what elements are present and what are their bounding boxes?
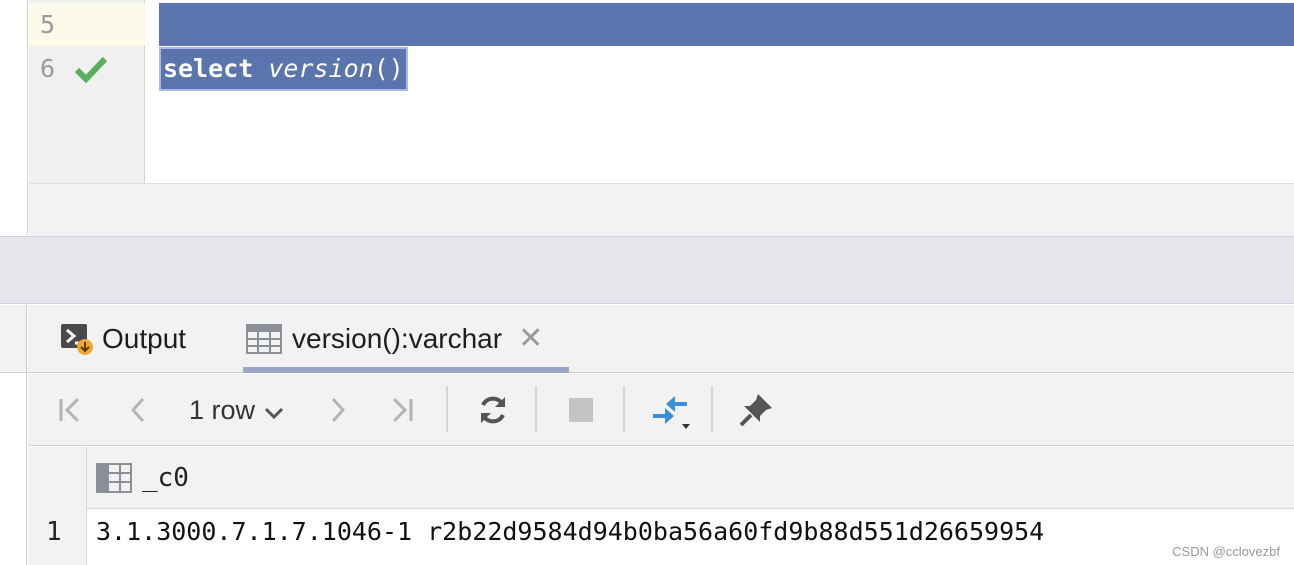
console-output-icon — [61, 324, 93, 355]
last-page-icon — [392, 397, 413, 423]
next-page-button[interactable] — [320, 374, 356, 446]
grid-header — [28, 447, 1294, 509]
executed-check-icon[interactable] — [74, 54, 108, 84]
toolbar-separator — [711, 386, 713, 432]
toolbar-separator — [446, 386, 448, 432]
compare-button[interactable] — [646, 374, 694, 446]
sql-parens: () — [373, 54, 404, 83]
first-page-icon — [59, 397, 80, 423]
tab-output[interactable]: Output — [60, 305, 186, 373]
column-header-label: _c0 — [142, 463, 189, 493]
tab-version-varchar[interactable]: version():varchar ✕ — [246, 305, 543, 373]
column-icon — [96, 463, 132, 493]
last-page-button[interactable] — [384, 374, 420, 446]
chevron-left-icon — [130, 397, 145, 423]
stop-icon — [569, 398, 593, 422]
results-tab-bar: Output version():varchar ✕ — [28, 305, 1294, 373]
results-toolbar: 1 row — [28, 374, 1294, 446]
pin-icon — [739, 394, 772, 427]
close-icon[interactable]: ✕ — [518, 324, 543, 354]
line-5-selection — [159, 3, 1294, 46]
stop-button[interactable] — [562, 374, 600, 446]
chevron-down-icon — [264, 407, 284, 420]
tab-output-label: Output — [102, 323, 187, 354]
refresh-icon — [481, 396, 505, 424]
left-edge-strip — [0, 0, 28, 235]
chevron-right-icon — [331, 397, 346, 423]
refresh-button[interactable] — [472, 374, 514, 446]
sql-keyword: select — [163, 54, 254, 83]
toolbar-separator — [535, 386, 537, 432]
row-count-selector[interactable]: 1 row — [182, 374, 292, 446]
column-header-c0[interactable]: _c0 — [96, 447, 189, 509]
sql-function: version — [268, 54, 374, 83]
editor-bottom-panel — [29, 183, 1294, 236]
line-number-6: 6 — [40, 54, 56, 83]
line-number-5: 5 — [40, 10, 56, 39]
splitter-bar[interactable] — [0, 236, 1294, 304]
toolbar-separator — [623, 386, 625, 432]
previous-page-button[interactable] — [120, 374, 156, 446]
compare-arrows-icon — [653, 396, 690, 429]
pin-tab-button[interactable] — [734, 374, 778, 446]
watermark: CSDN @cclovezbf — [1172, 544, 1280, 559]
active-tab-indicator — [243, 367, 569, 373]
tab-result-label: version():varchar — [292, 323, 503, 354]
row-number-1: 1 — [46, 517, 62, 547]
table-icon — [246, 324, 282, 354]
tool-window-left-header — [0, 305, 27, 373]
result-cell[interactable]: 3.1.3000.7.1.7.1046-1 r2b22d9584d94b0ba5… — [96, 512, 1044, 552]
row-count-label: 1 row — [188, 394, 256, 425]
selected-sql-statement[interactable]: select version() — [159, 47, 408, 91]
first-page-button[interactable] — [52, 374, 88, 446]
